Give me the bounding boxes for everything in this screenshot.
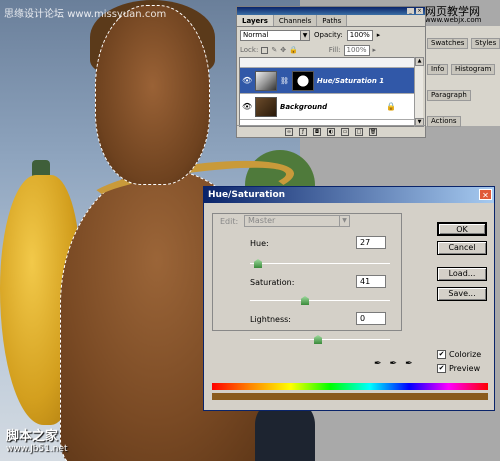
watermark-bottom-left-url: www.Jb51.net	[6, 444, 68, 454]
layer-name: Background	[280, 102, 328, 111]
lightness-input[interactable]: 0	[356, 312, 386, 325]
lock-icon: 🔒	[386, 102, 396, 111]
palette-tabs: Layers Channels Paths	[237, 15, 425, 27]
eyedropper-plus-icon[interactable]: ✒	[390, 359, 398, 369]
new-group-icon[interactable]: ▭	[341, 127, 349, 136]
fill-label: Fill:	[328, 46, 341, 54]
colorize-checkbox[interactable]: ✔ Colorize	[437, 350, 481, 359]
layer-style-icon[interactable]: ƒ	[299, 127, 307, 136]
hue-input[interactable]: 27	[356, 236, 386, 249]
lock-all-icon[interactable]: 🔒	[289, 46, 298, 54]
new-layer-icon[interactable]: □	[355, 127, 363, 136]
trash-icon[interactable]: 🗑	[369, 127, 377, 136]
saturation-slider-track[interactable]	[250, 300, 390, 301]
dialog-titlebar[interactable]: Hue/Saturation ✕	[204, 187, 494, 203]
chevron-down-icon: ▼	[339, 216, 349, 226]
chevron-down-icon: ▼	[300, 30, 309, 40]
hue-slider-track[interactable]	[250, 263, 390, 264]
lock-transparency-icon[interactable]	[261, 46, 269, 54]
layer-name: Hue/Saturation 1	[316, 76, 385, 85]
layer-scrollbar[interactable]: ▲ ▼	[414, 57, 424, 127]
lock-move-icon[interactable]: ✥	[280, 46, 286, 54]
tab-styles[interactable]: Styles	[471, 38, 500, 49]
save-button[interactable]: Save...	[437, 287, 487, 301]
lightness-label: Lightness:	[250, 315, 291, 324]
checkmark-icon: ✔	[437, 350, 446, 359]
tab-layers[interactable]: Layers	[237, 15, 274, 26]
hue-label: Hue:	[250, 239, 269, 248]
fill-input[interactable]: 100%	[343, 44, 370, 56]
scroll-up-icon[interactable]: ▲	[415, 57, 424, 66]
lightness-slider-knob[interactable]	[314, 335, 322, 344]
watermark-top-left: 思缘设计论坛 www.missyuan.com	[4, 9, 167, 20]
opacity-input[interactable]: 100%	[346, 29, 373, 41]
layers-bottom-toolbar: ∞ ƒ ◘ ◐ ▭ □ 🗑	[237, 125, 425, 137]
edit-select[interactable]: Master ▼	[244, 215, 350, 227]
background-thumbnail	[255, 96, 277, 117]
adjustment-thumbnail	[255, 70, 277, 91]
fill-arrow-icon[interactable]: ▸	[373, 46, 377, 54]
blend-row: Normal ▼ Opacity: 100% ▸	[237, 27, 425, 43]
edit-label: Edit:	[220, 217, 239, 226]
saturation-input[interactable]: 41	[356, 275, 386, 288]
palette-titlebar[interactable]: _ ×	[237, 7, 425, 15]
opacity-label: Opacity:	[314, 31, 343, 39]
adjustment-layer-icon[interactable]: ◐	[327, 127, 335, 136]
eyedropper-icon[interactable]: ✒	[374, 359, 382, 369]
layer-list: 👁 ⛓ Hue/Saturation 1 👁 Background 🔒	[239, 57, 415, 127]
minimize-icon[interactable]: _	[407, 8, 414, 14]
load-button[interactable]: Load...	[437, 267, 487, 281]
dialog-title: Hue/Saturation	[208, 190, 286, 200]
layer-row-hue-saturation[interactable]: 👁 ⛓ Hue/Saturation 1	[240, 68, 414, 94]
eye-icon[interactable]: 👁	[242, 102, 252, 111]
preview-checkbox[interactable]: ✔ Preview	[437, 364, 480, 373]
layer-row-partial[interactable]	[240, 58, 414, 68]
hue-saturation-dialog: Hue/Saturation ✕ Edit: Master ▼ Hue: 27 …	[203, 186, 495, 411]
eye-icon[interactable]: 👁	[242, 76, 252, 85]
lock-row: Lock: ✎ ✥ 🔒 Fill: 100% ▸	[237, 43, 425, 57]
chain-icon[interactable]: ⛓	[280, 77, 289, 85]
ok-button[interactable]: OK	[437, 222, 487, 236]
add-mask-icon[interactable]: ◘	[313, 127, 321, 136]
tab-histogram[interactable]: Histogram	[451, 64, 496, 75]
lock-label: Lock:	[240, 46, 259, 54]
eyedropper-minus-icon[interactable]: ✒	[405, 359, 413, 369]
saturation-label: Saturation:	[250, 278, 295, 287]
watermark-bottom-left: 脚本之家	[6, 429, 59, 444]
link-icon[interactable]: ∞	[285, 127, 293, 136]
checkmark-icon: ✔	[437, 364, 446, 373]
tab-actions[interactable]: Actions	[427, 116, 461, 127]
tab-paths[interactable]: Paths	[317, 15, 348, 26]
tab-channels[interactable]: Channels	[273, 15, 318, 26]
close-icon[interactable]: ✕	[479, 189, 492, 200]
colorized-result-bar	[212, 393, 488, 400]
layer-row-background[interactable]: 👁 Background 🔒	[240, 94, 414, 120]
tab-paragraph[interactable]: Paragraph	[427, 90, 471, 101]
lock-paint-icon[interactable]: ✎	[271, 46, 277, 54]
statue-head-selection	[95, 5, 210, 185]
layers-palette: _ × Layers Channels Paths Normal ▼ Opaci…	[236, 6, 426, 138]
opacity-arrow-icon[interactable]: ▸	[377, 31, 381, 39]
watermark-top-right-url: www.webjx.com	[425, 16, 482, 24]
blend-mode-select[interactable]: Normal ▼	[240, 29, 310, 41]
tab-swatches[interactable]: Swatches	[427, 38, 469, 49]
cancel-button[interactable]: Cancel	[437, 241, 487, 255]
mask-thumbnail	[291, 70, 314, 91]
eyedropper-group: ✒ ✒ ✒	[374, 359, 413, 369]
close-icon[interactable]: ×	[416, 8, 423, 14]
tab-info[interactable]: Info	[427, 64, 449, 75]
hue-spectrum-bar	[212, 383, 488, 390]
